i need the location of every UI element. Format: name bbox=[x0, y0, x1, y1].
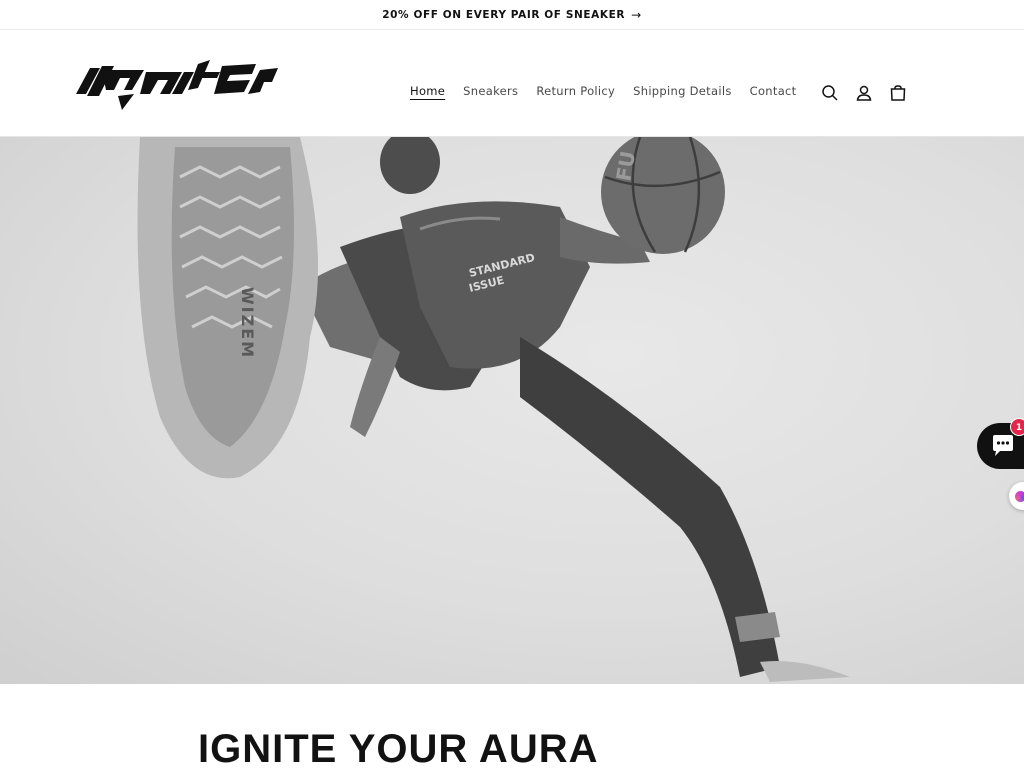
hero-image: WIZEM STANDARD ISSUE FU bbox=[137, 137, 850, 682]
nav-shipping-details[interactable]: Shipping Details bbox=[624, 80, 741, 102]
cart-button[interactable] bbox=[881, 78, 915, 108]
search-icon bbox=[822, 85, 838, 101]
nav-contact[interactable]: Contact bbox=[741, 80, 806, 102]
cart-icon bbox=[890, 85, 906, 101]
ball-text: FU bbox=[611, 149, 640, 183]
page-heading: IGNITE YOUR AURA bbox=[198, 727, 599, 768]
hero-banner[interactable]: WIZEM STANDARD ISSUE FU bbox=[0, 137, 1024, 684]
account-icon bbox=[856, 85, 872, 101]
announcement-bar[interactable]: 20% OFF ON EVERY PAIR OF SNEAKER → bbox=[0, 0, 1024, 30]
head bbox=[380, 137, 440, 194]
search-button[interactable] bbox=[813, 78, 847, 108]
chat-badge: 1 bbox=[1010, 418, 1024, 436]
shoe-text: WIZEM bbox=[238, 287, 257, 359]
announcement-text: 20% OFF ON EVERY PAIR OF SNEAKER bbox=[382, 8, 626, 21]
header-icons bbox=[813, 78, 915, 108]
logo-wordmark bbox=[76, 60, 278, 110]
nav-home[interactable]: Home bbox=[401, 80, 454, 102]
main-nav: Home Sneakers Return Policy Shipping Det… bbox=[401, 78, 805, 104]
chat-bubble-icon bbox=[993, 435, 1013, 456]
site-header: Home Sneakers Return Policy Shipping Det… bbox=[0, 30, 1024, 137]
rewards-icon bbox=[1015, 490, 1024, 502]
arrow-right-icon: → bbox=[631, 7, 642, 22]
account-button[interactable] bbox=[847, 78, 881, 108]
logo[interactable] bbox=[74, 48, 284, 118]
nav-return-policy[interactable]: Return Policy bbox=[527, 80, 624, 102]
nav-sneakers[interactable]: Sneakers bbox=[454, 80, 527, 102]
